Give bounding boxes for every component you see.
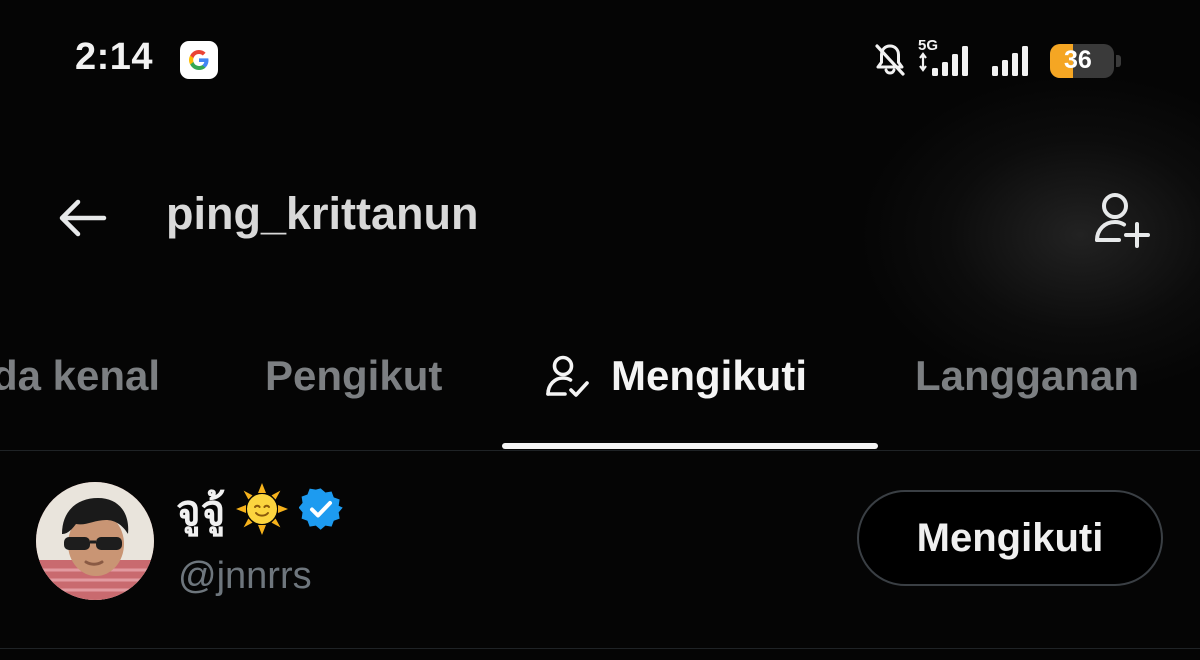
- signal-icon: [990, 40, 1038, 78]
- status-time: 2:14: [75, 36, 154, 78]
- battery-level: 36: [1064, 46, 1092, 74]
- person-check-icon: [546, 355, 589, 397]
- tab-followers[interactable]: Pengikut: [265, 352, 442, 400]
- user-name-row: จูจู้: [176, 482, 343, 537]
- header: ping_krittanun: [0, 170, 1200, 265]
- following-button[interactable]: Mengikuti: [857, 490, 1163, 586]
- battery-icon: 36: [1050, 44, 1122, 78]
- status-bar: 2:14 5G 36: [0, 0, 1200, 120]
- page-title: ping_krittanun: [166, 188, 479, 239]
- person-plus-icon: [1095, 193, 1150, 248]
- verified-badge-icon: [298, 487, 343, 536]
- back-button[interactable]: [50, 186, 114, 250]
- tab-following[interactable]: Mengikuti: [543, 352, 807, 400]
- arrow-left-icon: [59, 199, 107, 237]
- battery-tip: [1116, 55, 1121, 67]
- battery-body: 36: [1050, 44, 1114, 78]
- bell-off-icon: [870, 40, 910, 80]
- signal-icon: [916, 40, 978, 78]
- tab-subscriptions[interactable]: Langganan: [915, 352, 1139, 400]
- avatar[interactable]: [36, 482, 154, 600]
- list-item[interactable]: จูจู้ @jnnrrs Mengikuti: [0, 465, 1200, 645]
- divider: [0, 648, 1200, 649]
- google-icon: [180, 41, 218, 79]
- tab-known[interactable]: da kenal: [0, 352, 160, 400]
- active-tab-indicator: [502, 443, 878, 449]
- tab-following-label: Mengikuti: [611, 352, 807, 399]
- sun-emoji-icon: [235, 482, 289, 541]
- user-display-name: จูจู้: [176, 486, 226, 535]
- user-handle: @jnnrrs: [178, 555, 312, 597]
- add-user-button[interactable]: [1085, 182, 1157, 254]
- screen: 2:14 5G 36 ping_krittanun da kenal Pengi…: [0, 0, 1200, 660]
- tab-bar: da kenal Pengikut Mengikuti Langganan: [0, 330, 1200, 451]
